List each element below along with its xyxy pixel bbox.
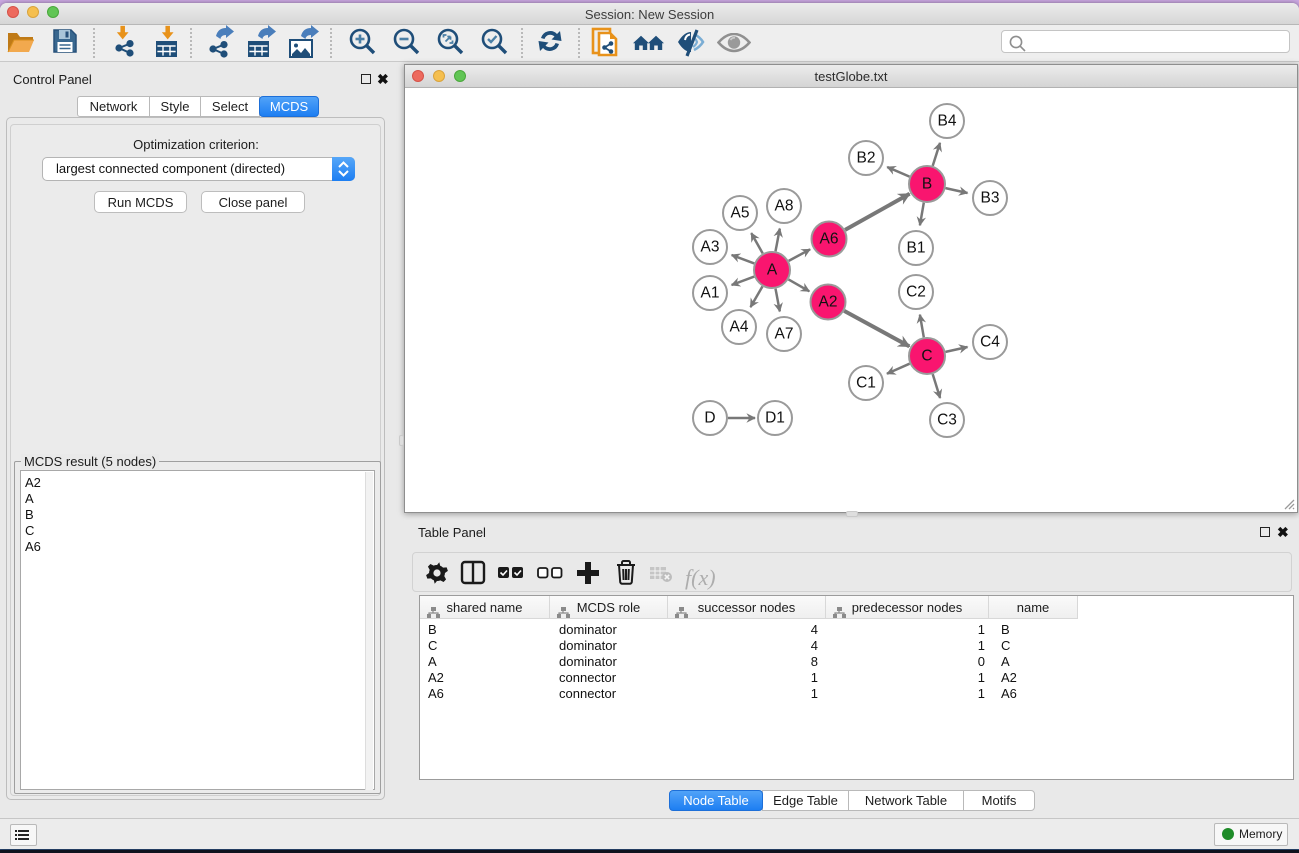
svg-text:B: B — [922, 176, 932, 193]
svg-text:A7: A7 — [775, 326, 794, 343]
svg-text:C2: C2 — [906, 284, 926, 301]
svg-text:C3: C3 — [937, 412, 957, 429]
svg-text:A4: A4 — [730, 319, 749, 336]
svg-text:B1: B1 — [907, 240, 926, 257]
svg-text:D1: D1 — [765, 410, 785, 427]
svg-text:A5: A5 — [731, 205, 750, 222]
svg-text:C: C — [921, 348, 932, 365]
svg-text:B2: B2 — [857, 150, 876, 167]
svg-text:C1: C1 — [856, 375, 876, 392]
svg-text:B4: B4 — [938, 113, 957, 130]
svg-text:D: D — [704, 410, 715, 427]
svg-text:A3: A3 — [701, 239, 720, 256]
svg-text:A2: A2 — [819, 294, 838, 311]
svg-text:B3: B3 — [981, 190, 1000, 207]
svg-text:A: A — [767, 262, 778, 279]
svg-text:C4: C4 — [980, 334, 1000, 351]
svg-text:A1: A1 — [701, 285, 720, 302]
svg-text:A8: A8 — [775, 198, 794, 215]
svg-text:A6: A6 — [820, 231, 839, 248]
